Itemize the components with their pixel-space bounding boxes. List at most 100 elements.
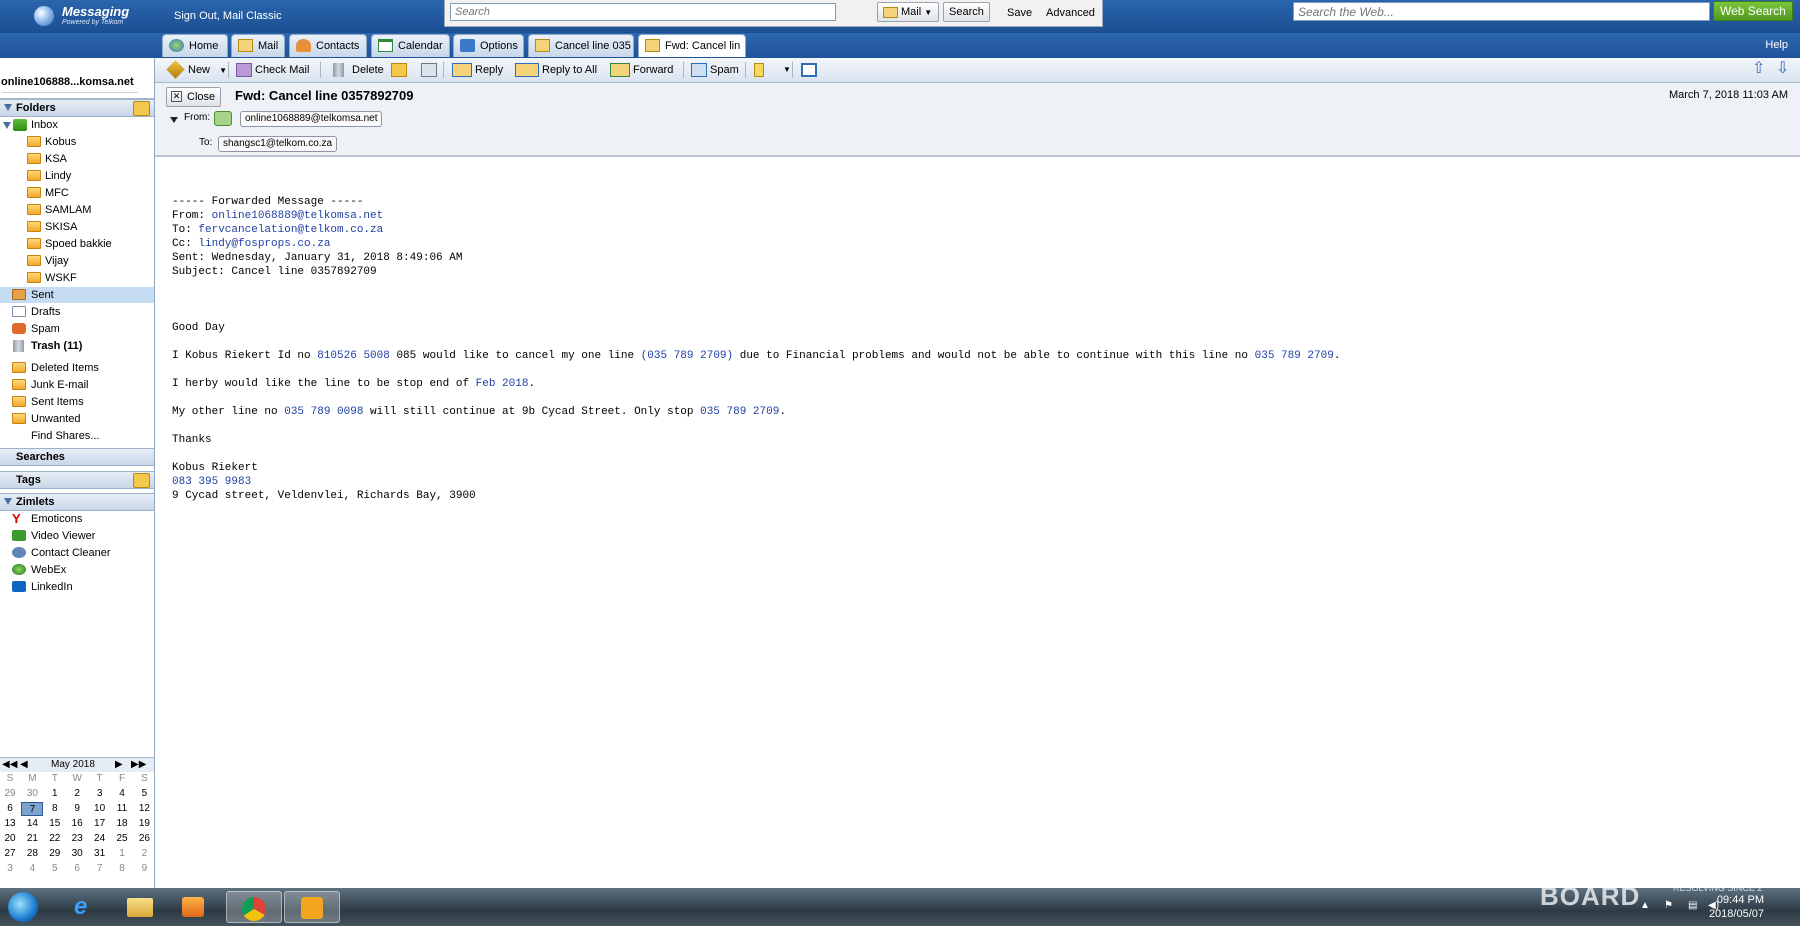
prev-year-icon[interactable]: ◀◀: [2, 758, 17, 772]
help-link[interactable]: Help: [1765, 39, 1788, 51]
network-icon[interactable]: ▤: [1688, 900, 1697, 911]
calendar-day-outside[interactable]: 30: [21, 787, 43, 801]
calendar-day[interactable]: 9: [66, 802, 88, 816]
web-search-button[interactable]: Web Search: [1713, 1, 1793, 21]
calendar-day[interactable]: 13: [0, 817, 21, 831]
delete-button[interactable]: Delete: [332, 58, 384, 82]
taskbar-chrome[interactable]: [226, 891, 282, 923]
folder-sent[interactable]: Sent: [0, 287, 154, 303]
calendar-day-outside[interactable]: 2: [133, 847, 155, 861]
search-scope-select[interactable]: Mail ▼: [877, 2, 939, 22]
folder-trash[interactable]: Trash (11): [0, 338, 154, 354]
calendar-day[interactable]: 10: [89, 802, 111, 816]
calendar-day[interactable]: 24: [89, 832, 111, 846]
calendar-day[interactable]: 3: [89, 787, 111, 801]
tab-options[interactable]: Options: [453, 34, 524, 57]
calendar-day-outside[interactable]: 8: [111, 862, 133, 876]
phone-link[interactable]: 035 789 2709: [700, 406, 779, 418]
calendar-day[interactable]: 15: [44, 817, 66, 831]
folder-drafts[interactable]: Drafts: [0, 304, 154, 320]
advanced-search-link[interactable]: Advanced: [1046, 7, 1095, 19]
tab-home[interactable]: Home: [162, 34, 228, 57]
calendar-day[interactable]: 14: [21, 817, 43, 831]
calendar-day-outside[interactable]: 7: [89, 862, 111, 876]
forward-button[interactable]: Forward: [609, 58, 673, 82]
print-button[interactable]: [420, 58, 440, 82]
email-link[interactable]: fervcancelation@telkom.co.za: [198, 224, 383, 236]
calendar-day[interactable]: 29: [44, 847, 66, 861]
calendar-day[interactable]: 23: [66, 832, 88, 846]
calendar-day[interactable]: 8: [44, 802, 66, 816]
next-message-button[interactable]: ⇩: [1775, 58, 1795, 82]
save-search-link[interactable]: Save: [1007, 7, 1032, 19]
search-input[interactable]: [450, 3, 836, 21]
tags-header[interactable]: Tags: [0, 471, 154, 489]
calendar-day[interactable]: 4: [111, 787, 133, 801]
calendar-day[interactable]: 7: [21, 802, 44, 816]
sender-address[interactable]: online1068889@telkomsa.net: [240, 111, 383, 127]
taskbar-ie[interactable]: e: [60, 891, 112, 923]
calendar-day[interactable]: 6: [0, 802, 21, 816]
searches-header[interactable]: Searches: [0, 448, 154, 466]
tab-mail[interactable]: Mail: [231, 34, 285, 57]
calendar-day[interactable]: 21: [21, 832, 43, 846]
previous-message-button[interactable]: ⇧: [1751, 58, 1771, 82]
calendar-day[interactable]: 16: [66, 817, 88, 831]
sign-out-link[interactable]: Sign Out, Mail Classic: [174, 10, 282, 22]
new-button[interactable]: New ▼: [166, 58, 227, 82]
zimlets-header[interactable]: Zimlets: [0, 493, 154, 511]
calendar-day[interactable]: 19: [133, 817, 155, 831]
expand-header-icon[interactable]: [170, 117, 178, 123]
calendar-day[interactable]: 25: [111, 832, 133, 846]
calendar-day[interactable]: 28: [21, 847, 43, 861]
web-search-input[interactable]: [1293, 2, 1710, 21]
flag-icon[interactable]: ⚑: [1664, 900, 1673, 911]
check-mail-button[interactable]: Check Mail: [235, 58, 309, 82]
next-month-icon[interactable]: ▶: [115, 758, 123, 772]
reply-all-button[interactable]: Reply to All: [514, 58, 597, 82]
calendar-day[interactable]: 11: [111, 802, 133, 816]
id-number-link[interactable]: 810526 5008: [317, 350, 390, 362]
next-year-icon[interactable]: ▶▶: [131, 758, 146, 772]
email-link[interactable]: lindy@fosprops.co.za: [198, 238, 330, 250]
calendar-day[interactable]: 17: [89, 817, 111, 831]
calendar-day[interactable]: 18: [111, 817, 133, 831]
phone-link[interactable]: 035 789 0098: [284, 406, 363, 418]
new-folder-icon[interactable]: [133, 101, 150, 116]
system-clock[interactable]: 09:44 PM 2018/05/07: [1709, 893, 1764, 921]
tab-cancel-line[interactable]: Cancel line 035: [528, 34, 634, 57]
calendar-day[interactable]: 27: [0, 847, 21, 861]
phone-link[interactable]: (035 789 2709): [641, 350, 733, 362]
reply-button[interactable]: Reply: [451, 58, 503, 82]
calendar-day[interactable]: 12: [133, 802, 155, 816]
taskbar-explorer[interactable]: [114, 891, 166, 923]
spam-button[interactable]: Spam: [690, 58, 739, 82]
date-link[interactable]: Feb 2018: [476, 378, 529, 390]
detach-window-button[interactable]: [800, 58, 820, 82]
messaging-logo[interactable]: Messaging Powered by Telkom: [34, 2, 154, 30]
calendar-day[interactable]: 30: [66, 847, 88, 861]
folder-spam[interactable]: Spam: [0, 321, 154, 337]
calendar-day[interactable]: 26: [133, 832, 155, 846]
calendar-day-outside[interactable]: 1: [111, 847, 133, 861]
prev-month-icon[interactable]: ◀: [20, 758, 28, 772]
calendar-day[interactable]: 31: [89, 847, 111, 861]
tag-button[interactable]: ▼: [753, 58, 791, 82]
calendar-day-outside[interactable]: 6: [66, 862, 88, 876]
calendar-day[interactable]: 5: [133, 787, 155, 801]
search-button[interactable]: Search: [943, 2, 990, 22]
new-tag-icon[interactable]: [133, 473, 150, 488]
calendar-day-outside[interactable]: 5: [44, 862, 66, 876]
taskbar-outlook[interactable]: [284, 891, 340, 923]
move-button[interactable]: [390, 58, 410, 82]
calendar-day-outside[interactable]: 9: [133, 862, 155, 876]
calendar-day[interactable]: 22: [44, 832, 66, 846]
taskbar-media-player[interactable]: [168, 891, 220, 923]
calendar-day[interactable]: 20: [0, 832, 21, 846]
tab-contacts[interactable]: Contacts: [289, 34, 367, 57]
recipient-address[interactable]: shangsc1@telkom.co.za: [218, 136, 338, 152]
folders-header[interactable]: Folders: [0, 99, 154, 117]
tray-expand-icon[interactable]: ▲: [1640, 900, 1650, 911]
calendar-day-outside[interactable]: 3: [0, 862, 21, 876]
start-button[interactable]: [8, 892, 38, 922]
